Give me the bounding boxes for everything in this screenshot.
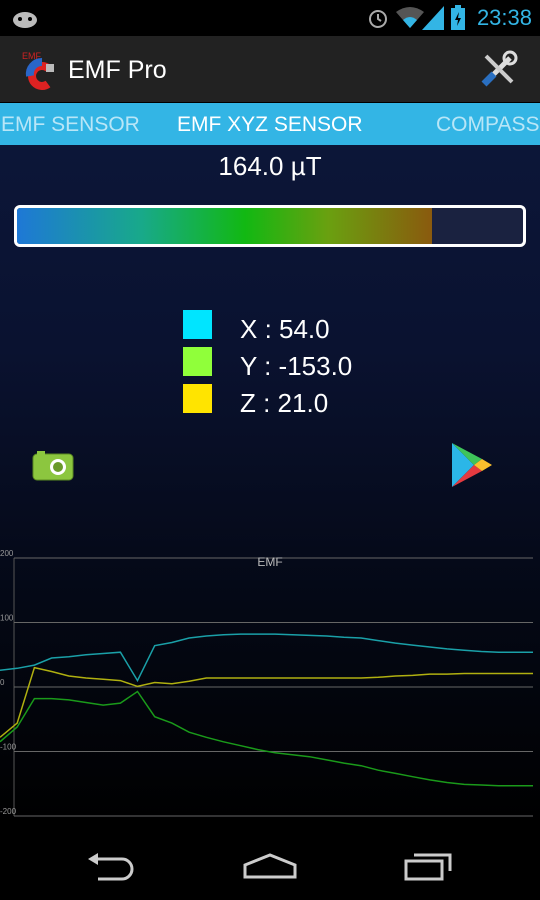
y-tick-label: 100 bbox=[0, 614, 14, 623]
y-tick-label: -100 bbox=[0, 743, 17, 752]
status-bar: 23:38 bbox=[0, 0, 540, 36]
tab-emf-sensor[interactable]: EMF SENSOR bbox=[1, 113, 140, 137]
y-tick-label: 200 bbox=[0, 550, 14, 558]
tab-emf-xyz-sensor[interactable]: EMF XYZ SENSOR bbox=[177, 113, 363, 137]
battery-charging-icon bbox=[451, 5, 465, 30]
series-line-2 bbox=[0, 666, 533, 738]
chart-title: EMF bbox=[257, 555, 282, 569]
sensor-panel: 164.0 µT X : 54.0 Y : -153.0 Z : 21.0 20… bbox=[0, 145, 540, 825]
y-tick-label: 0 bbox=[0, 678, 5, 687]
legend-y-label: Y : -153.0 bbox=[240, 351, 353, 381]
camera-icon[interactable] bbox=[32, 449, 74, 481]
alarm-icon bbox=[369, 10, 387, 28]
legend-z-swatch bbox=[183, 384, 212, 413]
navigation-bar bbox=[0, 825, 540, 900]
tab-bar: EMF SENSOR EMF XYZ SENSOR COMPASS bbox=[0, 103, 540, 145]
clock: 23:38 bbox=[476, 5, 532, 30]
series-line-1 bbox=[0, 690, 533, 787]
action-bar: EMF EMF Pro bbox=[0, 36, 540, 102]
tab-compass[interactable]: COMPASS bbox=[436, 113, 539, 137]
play-store-icon[interactable] bbox=[450, 441, 494, 489]
field-strength-reading: 164.0 µT bbox=[218, 151, 322, 181]
home-icon[interactable] bbox=[243, 853, 297, 879]
legend-z-label: Z : 21.0 bbox=[240, 388, 329, 418]
field-strength-bar bbox=[14, 205, 526, 247]
emf-line-chart: 200 100 0 -100 -200 EMF bbox=[0, 550, 533, 817]
android-icon bbox=[13, 12, 37, 28]
signal-icon bbox=[422, 6, 444, 30]
recents-icon[interactable] bbox=[404, 851, 454, 881]
app-logo-magnet-icon[interactable]: EMF bbox=[20, 50, 60, 90]
field-strength-fill bbox=[17, 208, 432, 244]
y-tick-label: -200 bbox=[0, 807, 17, 816]
legend-x-label: X : 54.0 bbox=[240, 314, 330, 344]
tools-icon[interactable] bbox=[480, 50, 518, 88]
wifi-icon bbox=[396, 7, 424, 28]
svg-text:EMF: EMF bbox=[22, 51, 42, 61]
back-icon[interactable] bbox=[86, 853, 138, 881]
app-title: EMF Pro bbox=[68, 56, 167, 84]
legend-x-swatch bbox=[183, 310, 212, 339]
legend-y-swatch bbox=[183, 347, 212, 376]
